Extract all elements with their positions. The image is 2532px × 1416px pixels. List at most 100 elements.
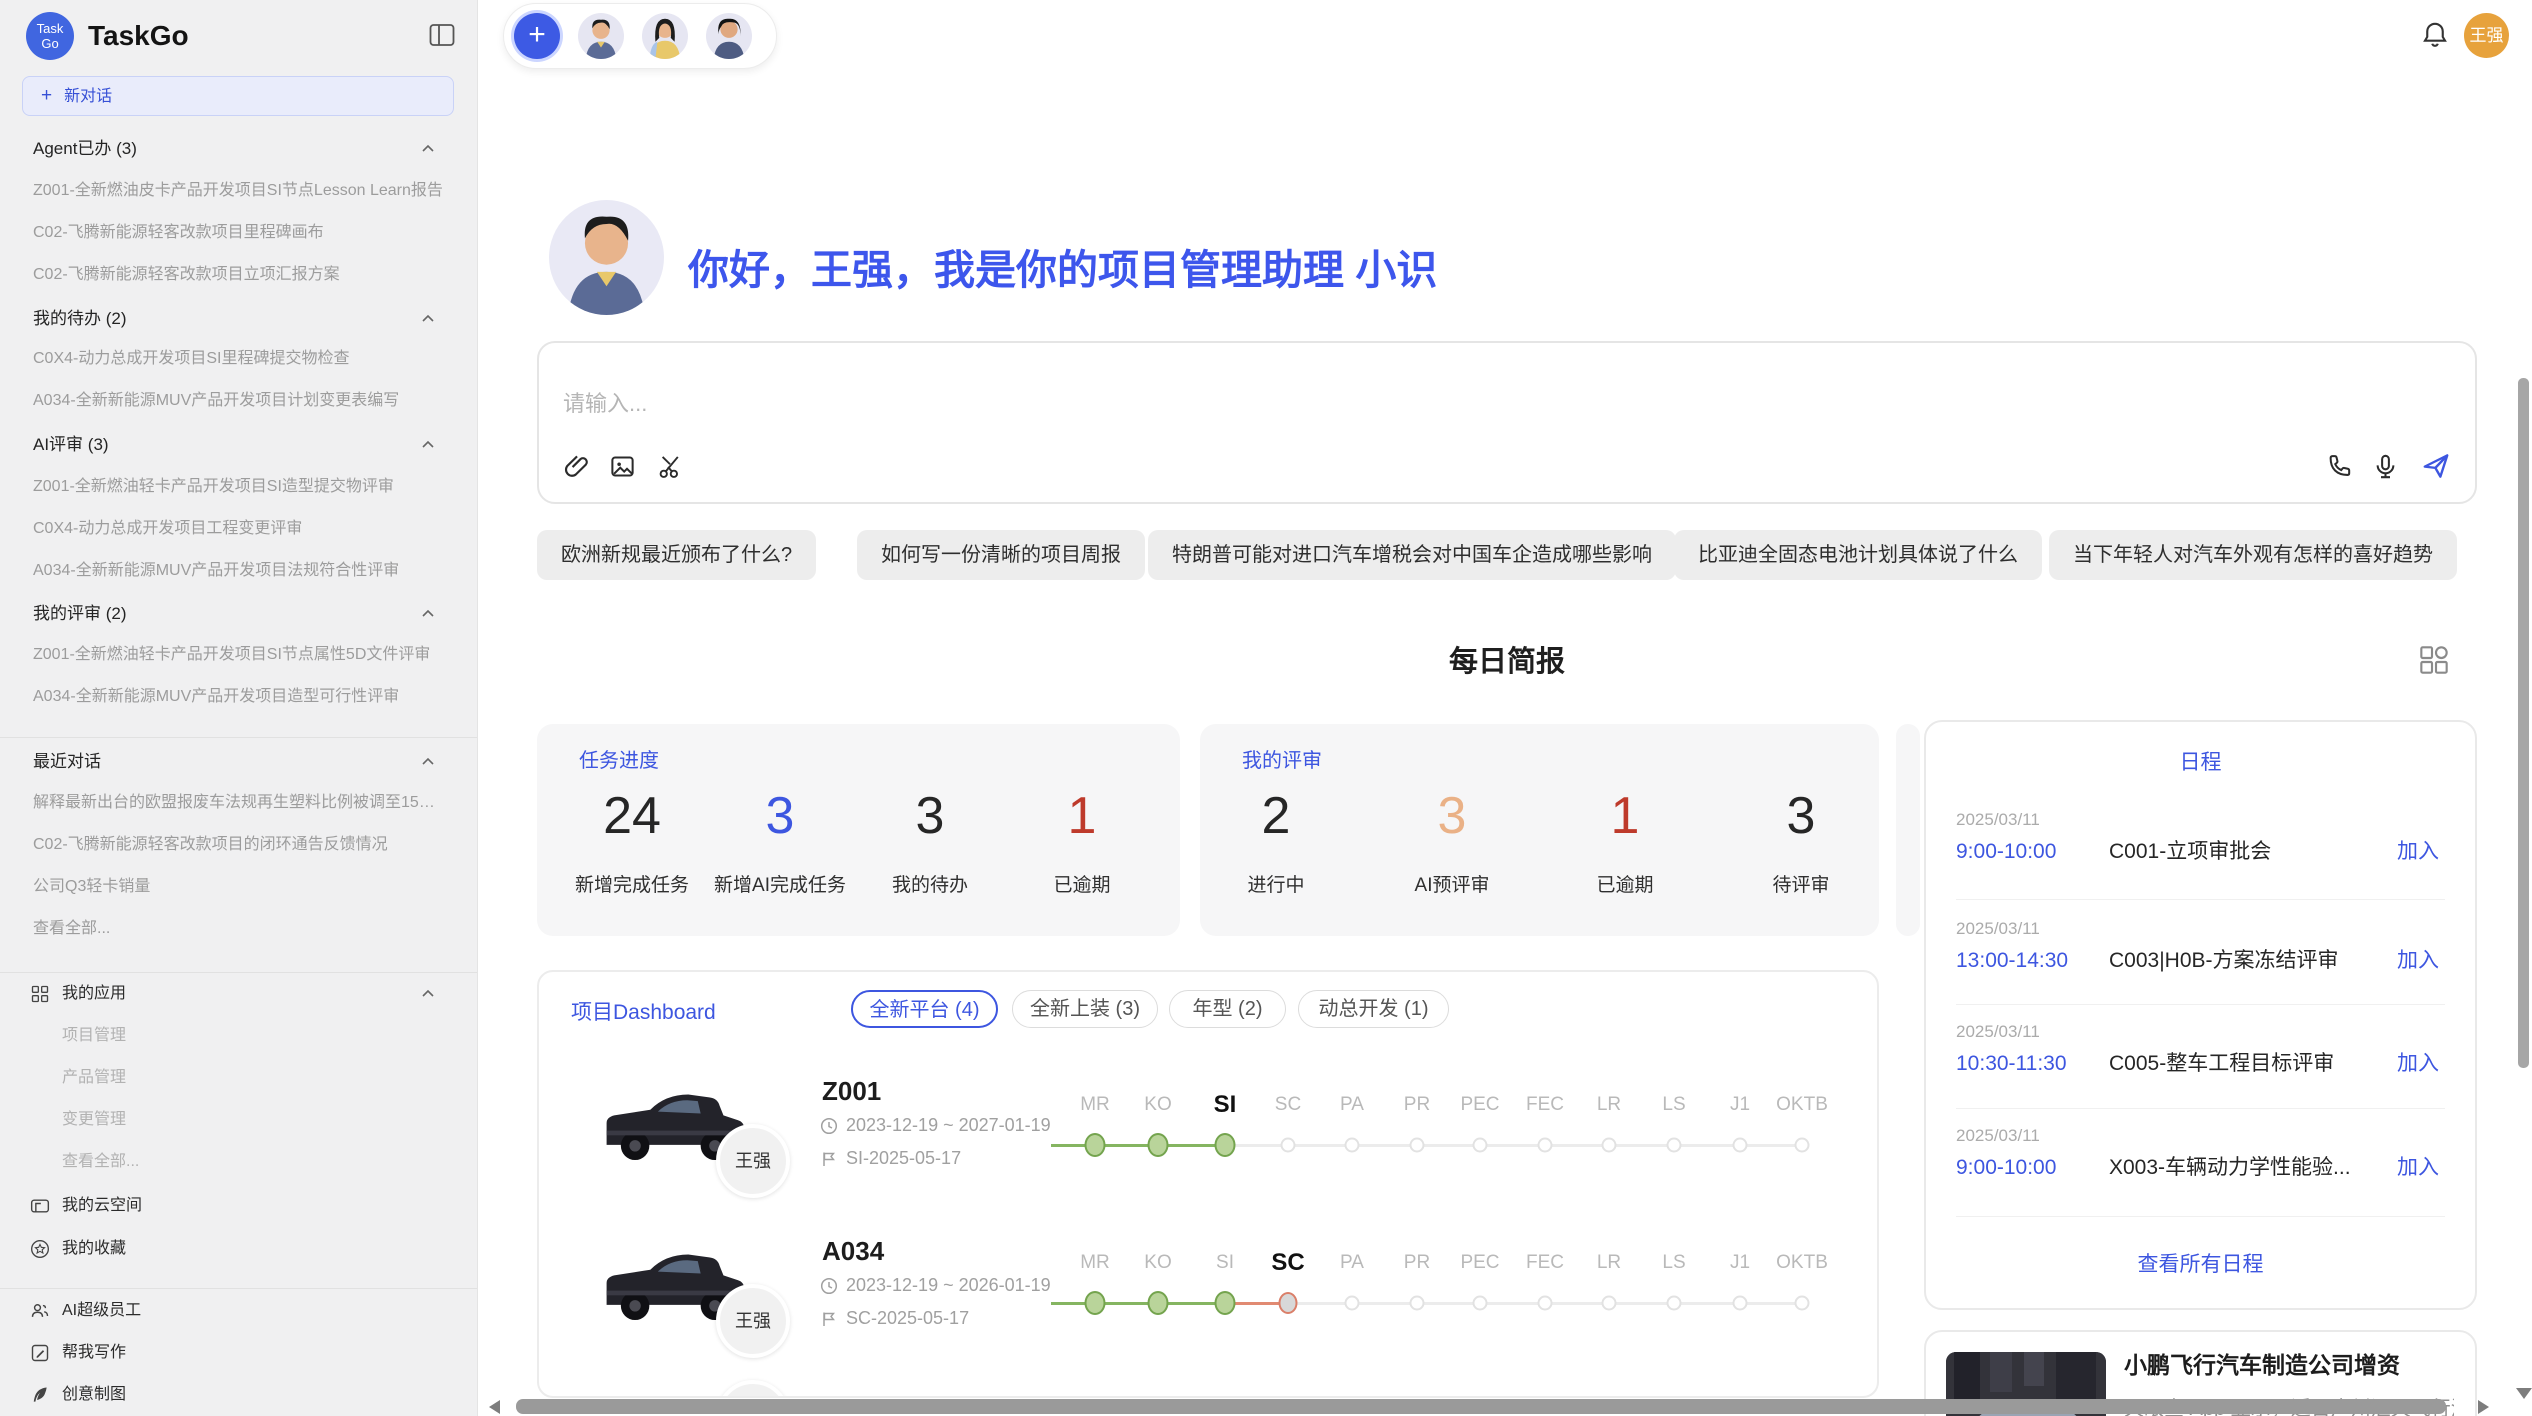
view-all-apps-link[interactable]: 查看全部... xyxy=(62,1149,139,1175)
section-agent-done[interactable]: Agent已办 (3) xyxy=(33,136,443,162)
horizontal-scrollbar[interactable] xyxy=(516,1399,2446,1414)
chevron-up-icon[interactable] xyxy=(420,606,436,622)
milestone-node[interactable] xyxy=(1667,1138,1682,1153)
project-code[interactable]: A034 xyxy=(822,1236,884,1267)
tab-new-body[interactable]: 全新上装 (3) xyxy=(1012,990,1158,1028)
view-all-schedule-link[interactable]: 查看所有日程 xyxy=(1926,1248,2475,1278)
milestone-node[interactable] xyxy=(1215,1291,1236,1315)
milestone-node[interactable] xyxy=(1345,1138,1360,1153)
image-icon[interactable] xyxy=(609,453,636,480)
milestone-node[interactable] xyxy=(1215,1133,1236,1157)
tab-new-platform[interactable]: 全新平台 (4) xyxy=(851,990,998,1028)
notification-bell-icon[interactable] xyxy=(2420,20,2450,50)
scroll-down-arrow[interactable] xyxy=(2516,1388,2532,1399)
chevron-up-icon[interactable] xyxy=(420,437,436,453)
sidebar-item-ai-super-staff[interactable]: AI超级员工 xyxy=(62,1298,141,1324)
sidebar-item-favorites[interactable]: 我的收藏 xyxy=(62,1236,126,1262)
milestone-node[interactable] xyxy=(1602,1138,1617,1153)
milestone-node[interactable] xyxy=(1733,1296,1748,1311)
project-code[interactable]: Z001 xyxy=(822,1076,881,1107)
tab-model-year[interactable]: 年型 (2) xyxy=(1169,990,1286,1028)
section-ai-review[interactable]: AI评审 (3) xyxy=(33,432,443,458)
chat-input[interactable] xyxy=(561,385,1465,423)
sidebar-item[interactable]: Z001-全新燃油皮卡产品开发项目SI节点Lesson Learn报告 xyxy=(33,178,443,204)
sidebar-collapse-icon[interactable] xyxy=(428,23,456,47)
suggestion-chip[interactable]: 如何写一份清晰的项目周报 xyxy=(857,530,1145,580)
suggestion-chip[interactable]: 比亚迪全固态电池计划具体说了什么 xyxy=(1674,530,2042,580)
sidebar-item[interactable]: Z001-全新燃油轻卡产品开发项目SI造型提交物评审 xyxy=(33,474,443,500)
milestone-node[interactable] xyxy=(1279,1292,1298,1314)
vertical-scrollbar[interactable] xyxy=(2518,378,2529,1068)
milestone-node[interactable] xyxy=(1667,1296,1682,1311)
join-button[interactable]: 加入 xyxy=(2397,839,2439,865)
section-recent-chats[interactable]: 最近对话 xyxy=(33,749,443,775)
milestone-node[interactable] xyxy=(1148,1133,1169,1157)
milestone-node[interactable] xyxy=(1085,1133,1106,1157)
suggestion-chip[interactable]: 特朗普可能对进口汽车增税会对中国车企造成哪些影响 xyxy=(1148,530,1676,580)
event-time: 9:00-10:00 xyxy=(1956,839,2056,865)
sidebar-item[interactable]: A034-全新新能源MUV产品开发项目法规符合性评审 xyxy=(33,558,443,584)
milestone-node[interactable] xyxy=(1410,1296,1425,1311)
chevron-up-icon[interactable] xyxy=(420,141,436,157)
scroll-left-arrow[interactable] xyxy=(489,1400,500,1414)
sidebar-item-help-me-write[interactable]: 帮我写作 xyxy=(62,1340,126,1366)
mic-icon[interactable] xyxy=(2372,453,2399,480)
add-session-button[interactable]: + xyxy=(514,13,560,59)
section-my-apps[interactable]: 我的应用 xyxy=(62,981,126,1007)
sidebar-item[interactable]: C0X4-动力总成开发项目SI里程碑提交物检查 xyxy=(33,346,443,372)
recent-chat-item[interactable]: 公司Q3轻卡销量 xyxy=(33,874,443,900)
recent-chat-item[interactable]: C02-飞腾新能源轻客改款项目的闭环通告反馈情况 xyxy=(33,832,443,858)
stat-label: 新增完成任务 xyxy=(575,870,689,897)
join-button[interactable]: 加入 xyxy=(2397,1155,2439,1181)
section-my-review[interactable]: 我的评审 (2) xyxy=(33,601,443,627)
tab-powertrain-dev[interactable]: 动总开发 (1) xyxy=(1298,990,1449,1028)
sidebar-item[interactable]: C02-飞腾新能源轻客改款项目立项汇报方案 xyxy=(33,262,443,288)
attachment-icon[interactable] xyxy=(563,453,590,480)
milestone-node[interactable] xyxy=(1795,1138,1810,1153)
app-item-product-mgmt[interactable]: 产品管理 xyxy=(62,1065,126,1091)
avatar[interactable] xyxy=(706,13,752,59)
avatar[interactable] xyxy=(578,13,624,59)
milestone-node[interactable] xyxy=(1085,1291,1106,1315)
sidebar-item-creative-drawing[interactable]: 创意制图 xyxy=(62,1382,126,1408)
milestone-node[interactable] xyxy=(1410,1138,1425,1153)
milestone-label: PR xyxy=(1404,1090,1430,1120)
sidebar-item[interactable]: A034-全新新能源MUV产品开发项目计划变更表编写 xyxy=(33,388,443,414)
suggestion-chip[interactable]: 欧洲新规最近颁布了什么? xyxy=(537,530,816,580)
new-chat-button[interactable]: +新对话 xyxy=(22,76,454,116)
section-my-todo[interactable]: 我的待办 (2) xyxy=(33,306,443,332)
app-item-change-mgmt[interactable]: 变更管理 xyxy=(62,1107,126,1133)
sidebar-item[interactable]: C02-飞腾新能源轻客改款项目里程碑画布 xyxy=(33,220,443,246)
project-dates: 2023-12-19 ~ 2027-01-19 xyxy=(820,1115,1051,1136)
scroll-right-arrow[interactable] xyxy=(2478,1400,2489,1414)
user-avatar[interactable]: 王强 xyxy=(2464,13,2509,58)
join-button[interactable]: 加入 xyxy=(2397,1051,2439,1077)
scissors-icon[interactable] xyxy=(657,453,684,480)
milestone-node[interactable] xyxy=(1795,1296,1810,1311)
avatar[interactable] xyxy=(642,13,688,59)
sidebar-item[interactable]: C0X4-动力总成开发项目工程变更评审 xyxy=(33,516,443,542)
milestone-node[interactable] xyxy=(1733,1138,1748,1153)
chevron-up-icon[interactable] xyxy=(420,754,436,770)
suggestion-chip[interactable]: 当下年轻人对汽车外观有怎样的喜好趋势 xyxy=(2049,530,2457,580)
layout-grid-icon[interactable] xyxy=(2418,644,2450,676)
phone-icon[interactable] xyxy=(2325,453,2352,480)
milestone-node[interactable] xyxy=(1473,1296,1488,1311)
chevron-up-icon[interactable] xyxy=(420,986,436,1002)
milestone-node[interactable] xyxy=(1602,1296,1617,1311)
recent-chat-item[interactable]: 解释最新出台的欧盟报废车法规再生塑料比例被调至15%... xyxy=(33,790,443,816)
view-all-chats-link[interactable]: 查看全部... xyxy=(33,916,443,942)
milestone-node[interactable] xyxy=(1345,1296,1360,1311)
join-button[interactable]: 加入 xyxy=(2397,948,2439,974)
app-item-project-mgmt[interactable]: 项目管理 xyxy=(62,1023,126,1049)
send-icon[interactable] xyxy=(2421,451,2451,481)
milestone-node[interactable] xyxy=(1281,1138,1296,1153)
sidebar-item-cloud-space[interactable]: 我的云空间 xyxy=(62,1193,142,1219)
sidebar-item[interactable]: Z001-全新燃油轻卡产品开发项目SI节点属性5D文件评审 xyxy=(33,642,443,668)
chevron-up-icon[interactable] xyxy=(420,311,436,327)
milestone-node[interactable] xyxy=(1148,1291,1169,1315)
milestone-node[interactable] xyxy=(1473,1138,1488,1153)
sidebar-item[interactable]: A034-全新新能源MUV产品开发项目造型可行性评审 xyxy=(33,684,443,710)
milestone-node[interactable] xyxy=(1538,1296,1553,1311)
milestone-node[interactable] xyxy=(1538,1138,1553,1153)
